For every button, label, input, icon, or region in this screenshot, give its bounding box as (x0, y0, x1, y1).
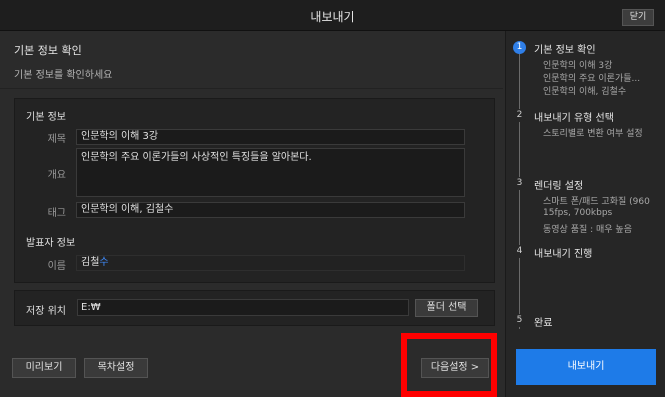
highlight-box (401, 333, 497, 397)
step-2-detail: 스토리별로 변환 여부 설정 (543, 129, 643, 139)
step-3-detail: 15fps, 700kbps (543, 208, 613, 218)
save-path-field[interactable]: E:₩ (77, 299, 409, 316)
divider (0, 88, 503, 89)
step-2-title[interactable]: 내보내기 유형 선택 (534, 109, 614, 124)
summary-field[interactable]: 인문학의 주요 이론가들의 사상적인 특징들을 알아본다. (76, 148, 465, 197)
step-3-title[interactable]: 렌더링 설정 (534, 177, 583, 192)
name-value-accent: 수 (99, 257, 109, 268)
step-4-number: 4 (513, 245, 526, 258)
step-1-detail: 인문학의 주요 이론가들... (543, 74, 641, 84)
step-5-title[interactable]: 완료 (534, 314, 552, 329)
step-1-detail: 인문학의 이해 3강 (543, 61, 613, 71)
save-location-label: 저장 위치 (26, 306, 66, 317)
close-button[interactable]: 닫기 (622, 9, 654, 26)
folder-select-button[interactable]: 폴더 선택 (415, 299, 478, 317)
basic-info-heading: 기본 정보 (26, 112, 66, 123)
section-title: 기본 정보 확인 (14, 44, 82, 57)
step-3-detail: 동영상 품질 : 매우 높음 (543, 225, 632, 235)
export-button[interactable]: 내보내기 (516, 349, 656, 385)
step-1-title[interactable]: 기본 정보 확인 (534, 41, 596, 56)
step-1-number: 1 (513, 41, 526, 54)
steps-panel: 1 기본 정보 확인 인문학의 이해 3강 인문학의 주요 이론가들... 인문… (505, 31, 665, 397)
summary-label: 개요 (47, 170, 66, 181)
save-location-bar: 저장 위치 E:₩ 폴더 선택 (14, 290, 495, 326)
step-4-title[interactable]: 내보내기 진행 (534, 245, 592, 260)
name-value: 김철 (81, 257, 100, 268)
presenter-heading: 발표자 정보 (26, 238, 76, 249)
info-panel: 기본 정보 제목 인문학의 이해 3강 개요 인문학의 주요 이론가들의 사상적… (14, 98, 495, 283)
tag-field[interactable]: 인문학의 이해, 김철수 (76, 202, 465, 218)
title-field[interactable]: 인문학의 이해 3강 (76, 129, 465, 145)
step-3-detail: 스마트 폰/패드 고화질 (960 (543, 197, 650, 207)
name-label: 이름 (47, 261, 66, 272)
title-label: 제목 (47, 134, 66, 145)
step-5-number: 5 (513, 314, 526, 327)
title-bar: 내보내기 닫기 (0, 0, 665, 31)
step-3-number: 3 (513, 177, 526, 190)
section-subtitle: 기본 정보를 확인하세요 (14, 70, 113, 81)
step-2-number: 2 (513, 109, 526, 122)
window-title: 내보내기 (310, 10, 355, 24)
preview-button[interactable]: 미리보기 (12, 358, 76, 378)
step-1-detail: 인문학의 이해, 김철수 (543, 87, 627, 97)
tag-label: 태그 (47, 208, 66, 219)
name-field[interactable]: 김철수 (76, 255, 465, 271)
toc-settings-button[interactable]: 목차설정 (84, 358, 148, 378)
